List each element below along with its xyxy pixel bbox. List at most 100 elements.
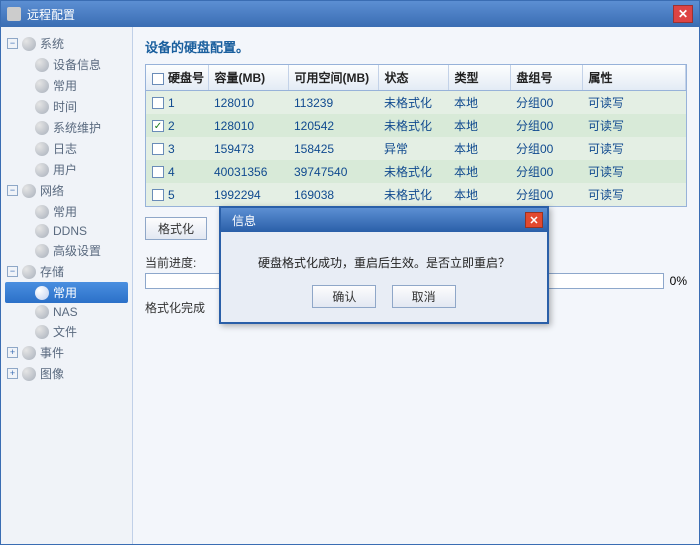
sidebar-item-label: 高级设置 bbox=[53, 242, 101, 259]
minus-icon[interactable]: − bbox=[7, 38, 18, 49]
sidebar-group-label: 网络 bbox=[40, 182, 64, 199]
table-cell: 可读写 bbox=[582, 183, 686, 206]
table-cell: 本地 bbox=[448, 183, 510, 206]
sidebar-group-网络[interactable]: − 网络 bbox=[5, 180, 128, 201]
dot-icon bbox=[35, 224, 49, 238]
dot-icon bbox=[35, 58, 49, 72]
sidebar-item-label: 系统维护 bbox=[53, 119, 101, 136]
table-cell: 异常 bbox=[378, 137, 448, 160]
sidebar-item-日志[interactable]: 日志 bbox=[5, 138, 128, 159]
sidebar-group-存储[interactable]: − 存储 bbox=[5, 261, 128, 282]
table-cell: 128010 bbox=[208, 114, 288, 137]
table-cell: 158425 bbox=[288, 137, 378, 160]
table-cell: 39747540 bbox=[288, 160, 378, 183]
col-header: 容量(MB) bbox=[208, 65, 288, 91]
sidebar-item-时间[interactable]: 时间 bbox=[5, 96, 128, 117]
info-dialog: 信息 ✕ 硬盘格式化成功，重启后生效。是否立即重启？ 确认 取消 bbox=[219, 206, 549, 324]
table-cell: 159473 bbox=[208, 137, 288, 160]
sidebar-item-系统维护[interactable]: 系统维护 bbox=[5, 117, 128, 138]
dot-icon bbox=[35, 79, 49, 93]
dialog-cancel-button[interactable]: 取消 bbox=[392, 285, 456, 308]
sidebar: −系统设备信息常用时间系统维护日志用户−网络常用DDNS高级设置−存储常用NAS… bbox=[1, 27, 133, 544]
remote-config-window: 远程配置 ✕ −系统设备信息常用时间系统维护日志用户−网络常用DDNS高级设置−… bbox=[0, 0, 700, 545]
sidebar-item-常用[interactable]: 常用 bbox=[5, 282, 128, 303]
col-header: 硬盘号 bbox=[146, 65, 208, 91]
window-close-button[interactable]: ✕ bbox=[673, 5, 693, 23]
table-row[interactable]: 1128010113239未格式化本地分组00可读写 bbox=[146, 91, 686, 115]
dot-icon bbox=[35, 286, 49, 300]
select-all-checkbox[interactable] bbox=[152, 73, 164, 85]
table-cell: 本地 bbox=[448, 137, 510, 160]
format-button[interactable]: 格式化 bbox=[145, 217, 207, 240]
dialog-titlebar: 信息 ✕ bbox=[221, 208, 547, 232]
table-cell: 40031356 bbox=[208, 160, 288, 183]
window-titlebar: 远程配置 ✕ bbox=[1, 1, 699, 27]
table-cell: 可读写 bbox=[582, 160, 686, 183]
sidebar-item-设备信息[interactable]: 设备信息 bbox=[5, 54, 128, 75]
gear-icon bbox=[22, 37, 36, 51]
dot-icon bbox=[35, 305, 49, 319]
dot-icon bbox=[35, 244, 49, 258]
sidebar-item-NAS[interactable]: NAS bbox=[5, 303, 128, 321]
table-row[interactable]: ✓2128010120542未格式化本地分组00可读写 bbox=[146, 114, 686, 137]
row-checkbox[interactable] bbox=[152, 143, 164, 155]
table-cell: 1 bbox=[146, 91, 208, 115]
plus-icon[interactable]: + bbox=[7, 368, 18, 379]
dialog-title: 信息 bbox=[232, 212, 256, 229]
row-checkbox[interactable] bbox=[152, 189, 164, 201]
table-cell: 未格式化 bbox=[378, 183, 448, 206]
table-row[interactable]: 44003135639747540未格式化本地分组00可读写 bbox=[146, 160, 686, 183]
row-checkbox[interactable] bbox=[152, 166, 164, 178]
table-cell: ✓2 bbox=[146, 114, 208, 137]
dialog-message: 硬盘格式化成功，重启后生效。是否立即重启？ bbox=[221, 232, 547, 285]
sidebar-group-图像[interactable]: + 图像 bbox=[5, 363, 128, 384]
sidebar-group-label: 事件 bbox=[40, 344, 64, 361]
table-cell: 本地 bbox=[448, 114, 510, 137]
table-cell: 120542 bbox=[288, 114, 378, 137]
sidebar-item-用户[interactable]: 用户 bbox=[5, 159, 128, 180]
dot-icon bbox=[35, 121, 49, 135]
sidebar-item-DDNS[interactable]: DDNS bbox=[5, 222, 128, 240]
app-icon bbox=[7, 7, 21, 21]
sidebar-item-文件[interactable]: 文件 bbox=[5, 321, 128, 342]
sidebar-item-label: 文件 bbox=[53, 323, 77, 340]
sidebar-item-label: 常用 bbox=[53, 284, 77, 301]
table-cell: 分组00 bbox=[510, 91, 582, 115]
sidebar-group-系统[interactable]: −系统 bbox=[5, 33, 128, 54]
table-row[interactable]: 51992294169038未格式化本地分组00可读写 bbox=[146, 183, 686, 206]
dialog-close-button[interactable]: ✕ bbox=[525, 212, 543, 228]
minus-icon[interactable]: − bbox=[7, 266, 18, 277]
table-cell: 可读写 bbox=[582, 91, 686, 115]
table-cell: 未格式化 bbox=[378, 114, 448, 137]
table-row[interactable]: 3159473158425异常本地分组00可读写 bbox=[146, 137, 686, 160]
row-checkbox[interactable]: ✓ bbox=[152, 120, 164, 132]
table-cell: 113239 bbox=[288, 91, 378, 115]
sidebar-item-常用[interactable]: 常用 bbox=[5, 75, 128, 96]
sidebar-group-label: 存储 bbox=[40, 263, 64, 280]
row-checkbox[interactable] bbox=[152, 97, 164, 109]
minus-icon[interactable]: − bbox=[7, 185, 18, 196]
col-header: 盘组号 bbox=[510, 65, 582, 91]
table-cell: 分组00 bbox=[510, 114, 582, 137]
table-cell: 128010 bbox=[208, 91, 288, 115]
table-cell: 4 bbox=[146, 160, 208, 183]
table-cell: 未格式化 bbox=[378, 91, 448, 115]
dot-icon bbox=[35, 100, 49, 114]
table-cell: 分组00 bbox=[510, 160, 582, 183]
sidebar-item-高级设置[interactable]: 高级设置 bbox=[5, 240, 128, 261]
sidebar-item-常用[interactable]: 常用 bbox=[5, 201, 128, 222]
col-header: 类型 bbox=[448, 65, 510, 91]
sidebar-group-事件[interactable]: + 事件 bbox=[5, 342, 128, 363]
plus-icon[interactable]: + bbox=[7, 347, 18, 358]
table-cell: 分组00 bbox=[510, 137, 582, 160]
sidebar-item-label: 常用 bbox=[53, 77, 77, 94]
table-cell: 未格式化 bbox=[378, 160, 448, 183]
dot-icon bbox=[35, 163, 49, 177]
sidebar-item-label: 时间 bbox=[53, 98, 77, 115]
table-cell: 分组00 bbox=[510, 183, 582, 206]
dialog-ok-button[interactable]: 确认 bbox=[312, 285, 376, 308]
col-header: 可用空间(MB) bbox=[288, 65, 378, 91]
sidebar-group-label: 图像 bbox=[40, 365, 64, 382]
progress-percent: 0% bbox=[670, 274, 687, 288]
sidebar-item-label: 日志 bbox=[53, 140, 77, 157]
